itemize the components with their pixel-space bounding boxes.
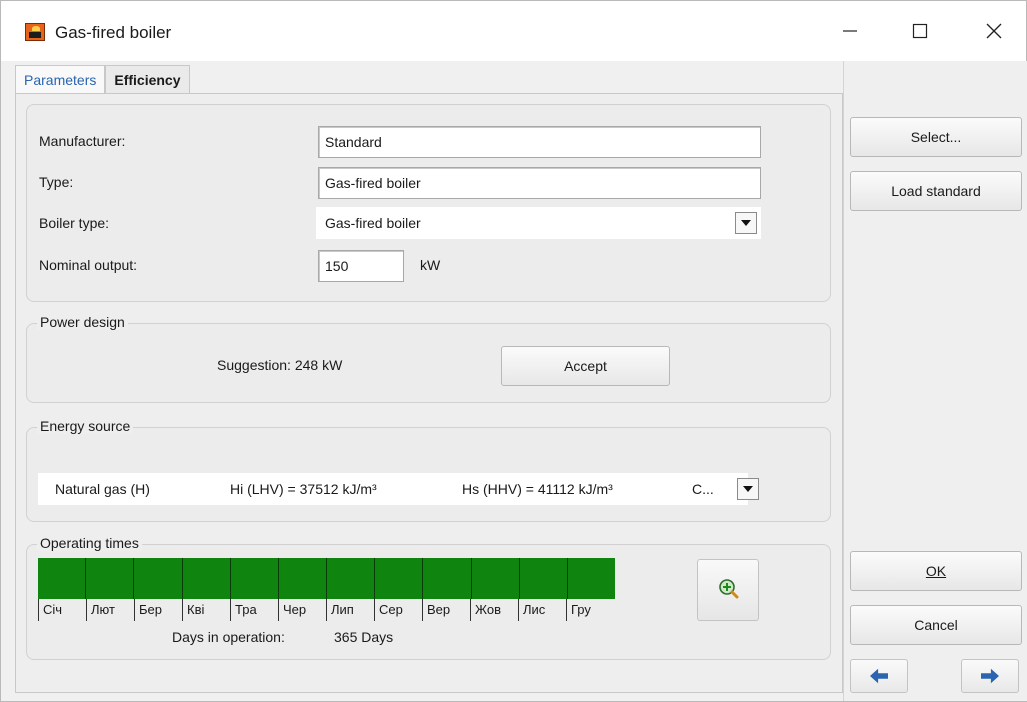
- month-labels: Січ Лют Бер Кві Тра Чер Лип Сер Вер Жов …: [38, 599, 614, 621]
- forward-button[interactable]: [961, 659, 1019, 693]
- zoom-in-icon: [719, 579, 739, 599]
- boiler-icon: [25, 23, 45, 41]
- type-label: Type:: [39, 174, 74, 190]
- month-segment: [86, 558, 135, 599]
- nominal-output-field[interactable]: 150: [318, 250, 404, 282]
- manufacturer-field[interactable]: Standard: [318, 126, 761, 158]
- month-segment: [568, 558, 615, 599]
- close-icon: [986, 23, 1002, 39]
- ok-button[interactable]: OK: [850, 551, 1022, 591]
- parameters-group: Manufacturer: Standard Type: Gas-fired b…: [26, 104, 831, 302]
- power-design-title: Power design: [37, 314, 128, 330]
- tab-parameters[interactable]: Parameters: [15, 65, 106, 93]
- type-field[interactable]: Gas-fired boiler: [318, 167, 761, 199]
- arrow-left-icon: [870, 668, 888, 684]
- boiler-type-label: Boiler type:: [39, 215, 110, 231]
- operating-times-bar[interactable]: [38, 558, 615, 599]
- month-segment: [472, 558, 520, 599]
- client-area: Parameters Efficiency Manufacturer: Stan…: [1, 61, 1027, 701]
- energy-source-select[interactable]: Natural gas (H) Hi (LHV) = 37512 kJ/m³ H…: [38, 473, 748, 505]
- energy-source-hs: Hs (HHV) = 41112 kJ/m³: [462, 481, 613, 497]
- minimize-button[interactable]: [827, 15, 873, 47]
- month-label: Січ: [38, 599, 86, 621]
- tab-strip: Parameters Efficiency: [15, 65, 190, 93]
- maximize-icon: [912, 23, 928, 39]
- right-button-pane: Select... Load standard OK Cancel: [843, 61, 1027, 701]
- power-design-group: Power design Suggestion: 248 kW Accept: [26, 314, 831, 403]
- load-standard-button[interactable]: Load standard: [850, 171, 1022, 211]
- month-segment: [134, 558, 183, 599]
- month-label: Гру: [566, 599, 614, 621]
- back-button[interactable]: [850, 659, 908, 693]
- close-button[interactable]: [971, 15, 1017, 47]
- month-label: Кві: [182, 599, 230, 621]
- nominal-output-label: Nominal output:: [39, 257, 138, 273]
- energy-source-more: C...: [692, 481, 714, 497]
- month-segment: [520, 558, 568, 599]
- ok-label: OK: [925, 563, 947, 579]
- energy-source-name: Natural gas (H): [55, 481, 150, 497]
- arrow-right-icon: [981, 668, 999, 684]
- days-in-operation-label: Days in operation:: [172, 629, 285, 645]
- month-label: Жов: [470, 599, 518, 621]
- maximize-button[interactable]: [897, 15, 943, 47]
- month-label: Сер: [374, 599, 422, 621]
- chevron-down-icon[interactable]: [737, 478, 759, 500]
- month-segment: [231, 558, 279, 599]
- zoom-button[interactable]: [697, 559, 759, 621]
- operating-times-title: Operating times: [37, 535, 142, 551]
- boiler-type-value: Gas-fired boiler: [325, 215, 421, 231]
- accept-button[interactable]: Accept: [501, 346, 670, 386]
- tab-efficiency[interactable]: Efficiency: [105, 65, 190, 93]
- energy-source-group: Energy source Natural gas (H) Hi (LHV) =…: [26, 418, 831, 522]
- nominal-output-unit: kW: [420, 257, 441, 273]
- energy-source-hi: Hi (LHV) = 37512 kJ/m³: [230, 481, 377, 497]
- cancel-button[interactable]: Cancel: [850, 605, 1022, 645]
- title-bar: Gas-fired boiler: [1, 1, 1026, 61]
- month-label: Чер: [278, 599, 326, 621]
- month-segment: [279, 558, 328, 599]
- month-segment: [38, 558, 87, 599]
- energy-source-title: Energy source: [37, 418, 134, 434]
- suggestion-text: Suggestion: 248 kW: [217, 357, 343, 373]
- dialog-window: Gas-fired boiler Parameters Efficiency M…: [0, 0, 1027, 702]
- days-in-operation-value: 365 Days: [334, 629, 394, 645]
- select-button[interactable]: Select...: [850, 117, 1022, 157]
- boiler-type-select[interactable]: Gas-fired boiler: [316, 207, 761, 239]
- month-label: Бер: [134, 599, 182, 621]
- month-segment: [327, 558, 376, 599]
- manufacturer-label: Manufacturer:: [39, 133, 126, 149]
- month-label: Лис: [518, 599, 566, 621]
- month-segment: [375, 558, 424, 599]
- month-label: Лют: [86, 599, 134, 621]
- month-label: Лип: [326, 599, 374, 621]
- chevron-down-icon[interactable]: [735, 212, 757, 234]
- month-segment: [183, 558, 231, 599]
- month-label: Вер: [422, 599, 470, 621]
- minimize-icon: [843, 30, 857, 32]
- window-title: Gas-fired boiler: [55, 23, 172, 42]
- month-label: Тра: [230, 599, 278, 621]
- month-segment: [423, 558, 472, 599]
